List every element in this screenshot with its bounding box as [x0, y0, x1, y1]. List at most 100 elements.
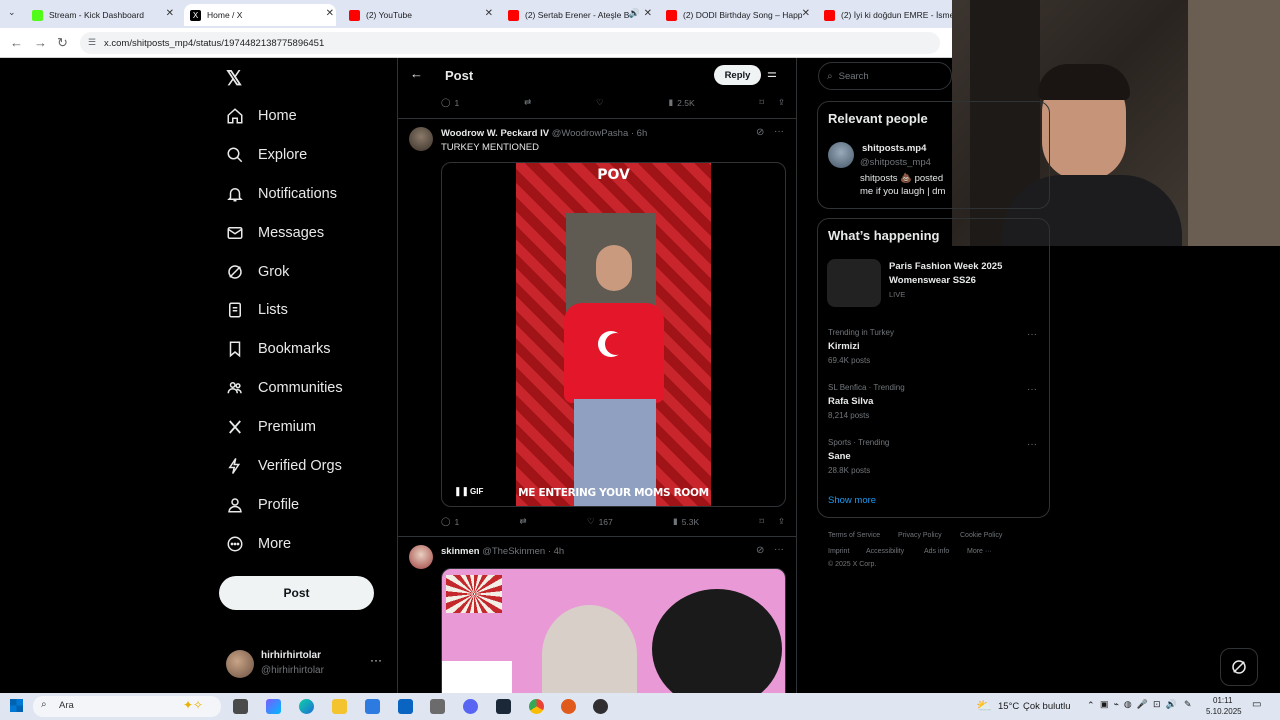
event-thumbnail[interactable]: [827, 259, 881, 307]
taskbar-search-input[interactable]: ⌕ Ara ✦✧: [33, 696, 221, 717]
more-dots-icon[interactable]: ···: [370, 653, 382, 667]
person-name[interactable]: shitposts.mp4: [862, 143, 926, 154]
avatar[interactable]: [828, 142, 854, 168]
app-icon[interactable]: [430, 699, 445, 714]
bookmark-icon[interactable]: ⌑: [760, 97, 764, 108]
obs-icon[interactable]: [593, 699, 608, 714]
trend-item[interactable]: Trending in Turkey Kirmizi 69.4K posts ·…: [818, 325, 1049, 375]
bookmark-action[interactable]: ⌑ ⇪: [760, 516, 786, 527]
tab-youtube[interactable]: (2) YouTube ✕: [343, 4, 495, 26]
footer-link[interactable]: More ···: [967, 548, 992, 555]
reply-action[interactable]: ◯ 1: [441, 97, 459, 108]
edge-icon[interactable]: [299, 699, 314, 714]
sidebar-item-home[interactable]: Home: [226, 101, 297, 131]
sidebar-item-messages[interactable]: Messages: [226, 218, 324, 248]
search-input[interactable]: ⌕ Search: [818, 62, 952, 90]
tweet-author-handle[interactable]: @TheSkinmen: [482, 546, 545, 557]
retweet-action[interactable]: ⇄: [524, 97, 531, 108]
chrome-icon[interactable]: [529, 699, 544, 714]
more-dots-icon[interactable]: ···: [1027, 439, 1037, 450]
sidebar-item-verified-orgs[interactable]: Verified Orgs: [226, 451, 342, 481]
clock-date[interactable]: 5.10.2025: [1206, 707, 1242, 716]
task-view-icon[interactable]: [233, 699, 248, 714]
event-title-line-2[interactable]: Womenswear SS26: [889, 275, 976, 286]
like-action[interactable]: ♡: [596, 97, 604, 108]
tab-youtube-emre[interactable]: (2) İyi ki doğdun EMRE - İsme C: [818, 4, 952, 26]
back-arrow-icon[interactable]: ←: [10, 35, 23, 50]
footer-link[interactable]: Accessibility: [866, 548, 904, 555]
site-info-icon[interactable]: ☰: [88, 37, 96, 48]
sidebar-item-more[interactable]: More: [226, 529, 291, 559]
app-icon[interactable]: [561, 699, 576, 714]
tweet-media[interactable]: [441, 568, 786, 693]
event-title-line-1[interactable]: Paris Fashion Week 2025: [889, 261, 1002, 272]
bookmark-icon[interactable]: ⌑: [760, 516, 764, 527]
grok-icon[interactable]: ⊘: [756, 127, 764, 138]
windows-start-icon[interactable]: [10, 699, 23, 712]
grok-icon[interactable]: ⊘: [756, 545, 764, 556]
person-handle[interactable]: @shitposts_mp4: [860, 157, 931, 168]
views-action[interactable]: ▮ 5.3K: [673, 516, 699, 527]
footer-link[interactable]: Cookie Policy: [960, 532, 1002, 539]
grok-floating-button[interactable]: [1220, 648, 1258, 686]
tweet-avatar[interactable]: [409, 545, 433, 569]
close-icon[interactable]: ✕: [644, 8, 652, 19]
url-field[interactable]: ☰ x.com/shitposts_mp4/status/19744821387…: [80, 32, 940, 54]
file-explorer-icon[interactable]: [332, 699, 347, 714]
tweet-author-name[interactable]: Woodrow W. Peckard IV: [441, 128, 549, 139]
clock-time[interactable]: 01:11: [1213, 696, 1232, 705]
footer-link[interactable]: Imprint: [828, 548, 849, 555]
reload-icon[interactable]: ↻: [57, 35, 68, 51]
tab-list-chevron-icon[interactable]: ⌄: [8, 7, 16, 18]
tab-youtube-dodi[interactable]: (2) DODI Birthday Song – Happ ✕: [660, 4, 812, 26]
pause-icon[interactable]: ❚❚: [454, 486, 469, 497]
x-logo-icon[interactable]: 𝕏: [226, 66, 242, 91]
sidebar-item-explore[interactable]: Explore: [226, 140, 307, 170]
post-button[interactable]: Post: [219, 576, 374, 610]
share-icon[interactable]: ⇪: [778, 97, 785, 108]
footer-link[interactable]: Ads info: [924, 548, 949, 555]
trend-item[interactable]: SL Benfica · Trending Rafa Silva 8,214 p…: [818, 380, 1049, 430]
sidebar-item-lists[interactable]: Lists: [226, 295, 288, 325]
pen-icon[interactable]: ✎: [1184, 699, 1192, 710]
weather-icon[interactable]: ⛅: [976, 698, 992, 714]
tweet-media[interactable]: POV ME ENTERING YOUR MOMS ROOM ❚❚ GIF: [441, 162, 786, 507]
sidebar-item-notifications[interactable]: Notifications: [226, 179, 337, 209]
bookmark-action[interactable]: ⌑ ⇪: [760, 97, 786, 108]
close-icon[interactable]: ✕: [326, 8, 334, 19]
sidebar-item-premium[interactable]: Premium: [226, 412, 316, 442]
tray-icons[interactable]: ▣⌁◍🎤⊡🔊: [1100, 699, 1182, 710]
notification-icon[interactable]: ▭: [1252, 699, 1261, 710]
more-dots-icon[interactable]: ···: [1027, 329, 1037, 340]
chevron-up-icon[interactable]: ⌃: [1087, 700, 1095, 711]
sidebar-item-communities[interactable]: Communities: [226, 373, 343, 403]
sliders-icon[interactable]: ⚌: [767, 67, 777, 80]
discord-icon[interactable]: [463, 699, 478, 714]
forward-arrow-icon[interactable]: →: [34, 35, 47, 50]
tweet-author-name[interactable]: skinmen: [441, 546, 480, 557]
sidebar-item-profile[interactable]: Profile: [226, 490, 299, 520]
show-more-link[interactable]: Show more: [828, 495, 876, 506]
close-icon[interactable]: ✕: [166, 8, 174, 19]
retweet-action[interactable]: ⇄: [520, 516, 527, 527]
tab-kick[interactable]: Stream - Kick Dashboard ✕: [26, 4, 176, 26]
store-icon[interactable]: [365, 699, 380, 714]
share-icon[interactable]: ⇪: [778, 516, 785, 527]
close-icon[interactable]: ✕: [802, 8, 810, 19]
copilot-icon[interactable]: [266, 699, 281, 714]
like-action[interactable]: ♡ 167: [587, 516, 613, 527]
tab-x-home[interactable]: X Home / X ✕: [184, 4, 336, 26]
reply-button[interactable]: Reply: [714, 65, 761, 85]
tweet-time[interactable]: · 6h: [631, 128, 647, 139]
back-arrow-icon[interactable]: ←: [410, 66, 423, 81]
more-dots-icon[interactable]: ···: [774, 544, 784, 555]
account-switcher[interactable]: hirhirhirtolar @hirhirhirtolar ···: [226, 648, 386, 680]
tab-youtube-sertab[interactable]: (2) Sertab Erener - Ateşle B 🔊 ✕: [502, 4, 654, 26]
tweet-time[interactable]: · 4h: [548, 546, 564, 557]
close-icon[interactable]: ✕: [485, 8, 493, 19]
footer-link[interactable]: Privacy Policy: [898, 532, 942, 539]
tweet-author-handle[interactable]: @WoodrowPasha: [552, 128, 629, 139]
trend-item[interactable]: Sports · Trending Sane 28.8K posts ···: [818, 435, 1049, 485]
sidebar-item-grok[interactable]: Grok: [226, 257, 289, 287]
more-dots-icon[interactable]: ···: [774, 126, 784, 137]
